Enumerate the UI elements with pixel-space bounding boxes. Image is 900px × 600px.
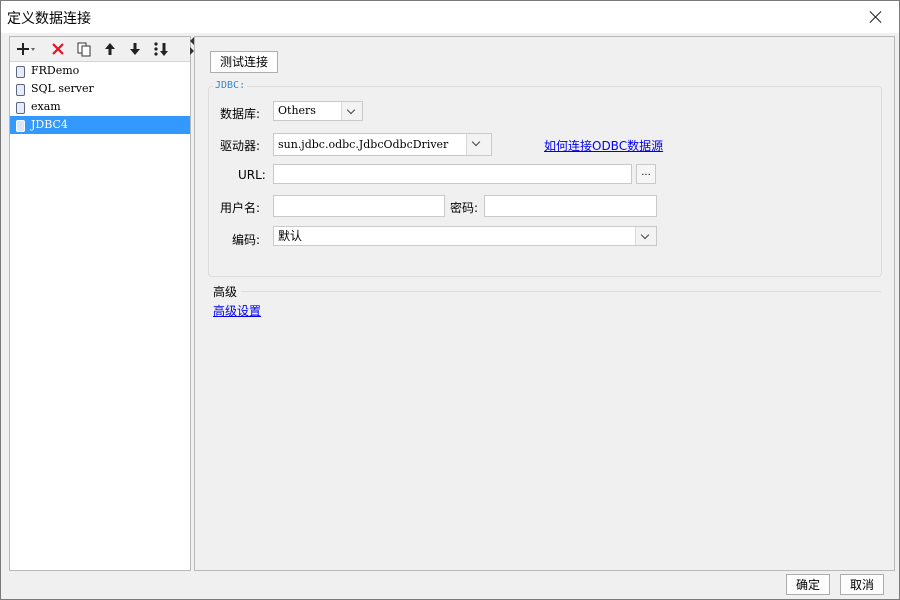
delete-connection-button[interactable] xyxy=(47,39,69,59)
add-icon xyxy=(17,43,35,55)
data-connection-dialog: 定义数据连接 FRDemo SQL server exam JDBC4 测试连接… xyxy=(0,0,900,600)
test-connection-button[interactable]: 测试连接 xyxy=(210,51,278,73)
sort-icon xyxy=(154,42,168,56)
chevron-down-icon[interactable] xyxy=(466,134,491,155)
list-item[interactable]: SQL server xyxy=(10,80,190,98)
delete-icon xyxy=(52,43,64,55)
username-label: 用户名: xyxy=(220,201,261,215)
password-label: 密码: xyxy=(450,201,479,215)
copy-icon xyxy=(77,42,91,57)
password-input[interactable] xyxy=(484,195,657,217)
list-item-selected[interactable]: JDBC4 xyxy=(10,116,190,134)
list-item-label: exam xyxy=(31,100,61,113)
username-input[interactable] xyxy=(273,195,445,217)
driver-select[interactable]: sun.jdbc.odbc.JdbcOdbcDriver xyxy=(273,133,492,156)
database-select-value: Others xyxy=(278,104,316,117)
list-toolbar xyxy=(10,37,190,62)
database-icon xyxy=(16,102,25,114)
move-down-button[interactable] xyxy=(124,39,146,59)
advanced-divider xyxy=(241,291,881,292)
odbc-help-link[interactable]: 如何连接ODBC数据源 xyxy=(544,137,663,154)
list-item-label: JDBC4 xyxy=(31,118,68,131)
connection-list-panel: FRDemo SQL server exam JDBC4 xyxy=(9,36,191,571)
chevron-down-icon[interactable] xyxy=(341,102,362,120)
connection-detail-panel: 测试连接 JDBC: 数据库: Others 驱动器: sun.jdbc.odb… xyxy=(194,36,895,571)
url-input[interactable] xyxy=(273,164,632,184)
arrow-up-icon xyxy=(105,43,115,55)
advanced-settings-link[interactable]: 高级设置 xyxy=(213,302,261,319)
driver-label: 驱动器: xyxy=(220,139,261,153)
close-button[interactable] xyxy=(853,1,899,33)
list-item[interactable]: exam xyxy=(10,98,190,116)
cancel-button[interactable]: 取消 xyxy=(840,574,884,595)
list-item-label: SQL server xyxy=(31,82,94,95)
database-icon xyxy=(16,66,25,78)
encoding-label: 编码: xyxy=(232,233,261,247)
add-connection-button[interactable] xyxy=(14,39,36,59)
advanced-section-title: 高级 xyxy=(213,285,238,299)
chevron-down-icon[interactable] xyxy=(635,227,656,245)
encoding-select[interactable]: 默认 xyxy=(273,226,657,246)
database-icon xyxy=(16,120,25,132)
database-icon xyxy=(16,84,25,96)
title-bar: 定义数据连接 xyxy=(1,1,899,33)
jdbc-group-title: JDBC: xyxy=(213,80,248,91)
driver-select-value: sun.jdbc.odbc.JdbcOdbcDriver xyxy=(278,138,449,151)
encoding-select-value: 默认 xyxy=(278,229,303,243)
move-up-button[interactable] xyxy=(99,39,121,59)
copy-connection-button[interactable] xyxy=(73,39,95,59)
dialog-title: 定义数据连接 xyxy=(7,11,91,27)
ok-button[interactable]: 确定 xyxy=(786,574,830,595)
list-item[interactable]: FRDemo xyxy=(10,62,190,80)
url-browse-button[interactable]: ... xyxy=(636,164,656,184)
database-select[interactable]: Others xyxy=(273,101,363,121)
list-item-label: FRDemo xyxy=(31,64,80,77)
sort-button[interactable] xyxy=(151,39,173,59)
arrow-down-icon xyxy=(130,43,140,55)
url-label: URL: xyxy=(238,168,266,182)
database-label: 数据库: xyxy=(220,107,261,121)
connection-list: FRDemo SQL server exam JDBC4 xyxy=(10,62,190,134)
